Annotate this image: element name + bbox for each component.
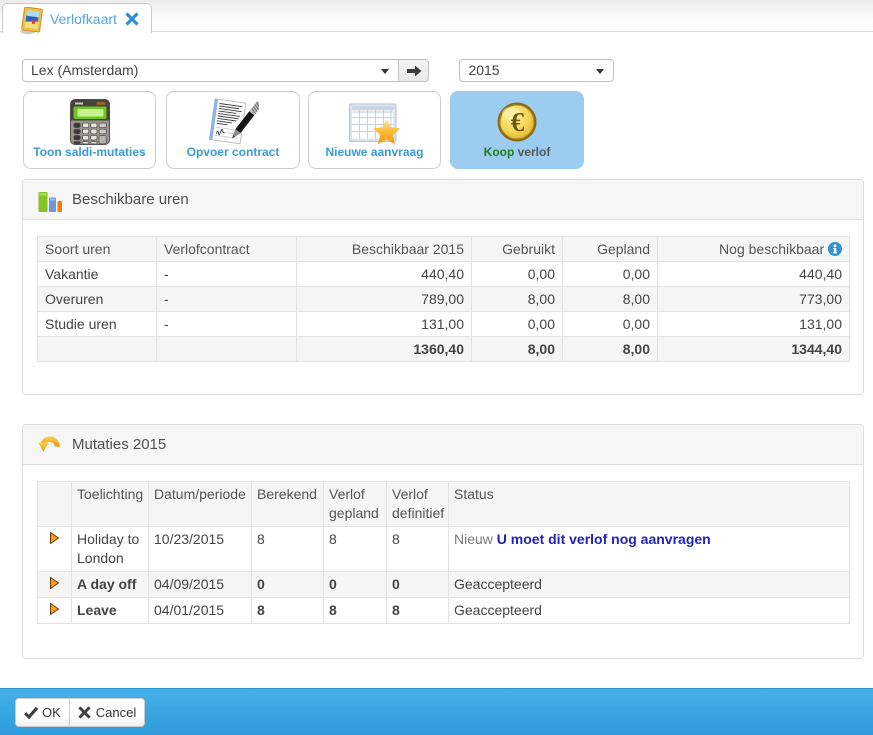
svg-text:€: €	[511, 107, 525, 137]
